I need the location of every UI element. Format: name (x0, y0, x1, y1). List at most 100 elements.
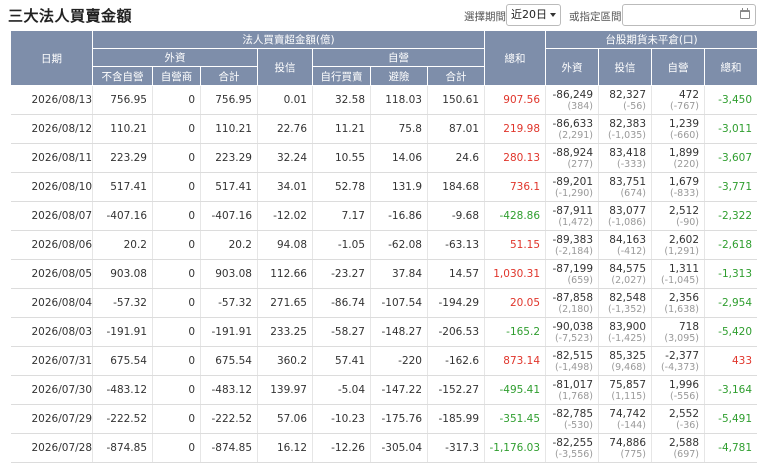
cell-fut-foreign-change: (277) (567, 158, 594, 170)
cell-fut-foreign-change: (-530) (564, 419, 594, 431)
cell-foreign-dealer: 0 (152, 201, 201, 231)
cell-foreign-total: 20.2 (200, 230, 258, 260)
cell-fut-dealer-change: (-4,373) (660, 361, 700, 373)
cell-fut-total: -2,322 (704, 201, 757, 231)
cell-date: 2026/08/12 (10, 114, 93, 144)
cell-grand-total: 1,030.31 (484, 259, 547, 289)
cell-foreign-dealer: 0 (152, 346, 201, 376)
cell-grand-total: 280.13 (484, 143, 547, 173)
cell-dealer-self: -10.23 (312, 404, 371, 434)
cell-foreign-ex: 110.21 (92, 114, 153, 144)
cell-fut-foreign-value: -88,924 (552, 146, 594, 159)
cell-foreign-dealer: 0 (152, 114, 201, 144)
cell-foreign-ex: -222.52 (92, 404, 153, 434)
cell-date: 2026/08/07 (10, 201, 93, 231)
cell-fut-total: -3,450 (704, 85, 757, 115)
cell-grand-total: -495.41 (484, 375, 547, 405)
cell-fut-trust-value: 75,857 (609, 378, 647, 391)
cell-fut-trust-value: 74,742 (609, 407, 647, 420)
table-body: 2026/08/13 756.95 0 756.95 0.01 32.58 118.03 15… (10, 85, 757, 463)
cell-dealer-total: 24.6 (427, 143, 486, 173)
header-amount-group: 法人買賣超金額(億) (91, 30, 486, 49)
cell-fut-foreign-change: (-3,556) (554, 448, 594, 460)
calendar-icon[interactable] (740, 8, 750, 19)
cell-foreign-ex: -57.32 (92, 288, 153, 318)
cell-fut-total: -3,011 (704, 114, 757, 144)
header-dealer-self: 自行買賣 (312, 66, 371, 86)
cell-grand-total: -428.86 (484, 201, 547, 231)
toolbar: 三大法人買賣金額 選擇期間 近20日 或指定區間 (0, 0, 780, 30)
cell-foreign-total: 756.95 (200, 85, 258, 115)
cell-fut-dealer-change: (697) (673, 448, 700, 460)
cell-fut-dealer-value: -2,377 (665, 349, 700, 362)
cell-foreign-total: 675.54 (200, 346, 258, 376)
header-foreign-dealer: 自營商 (152, 66, 201, 86)
institutional-table: 日期 法人買賣超金額(億) 總和 台股期貨未平倉(口) 外資 投信 自營 外資 … (10, 30, 757, 466)
cell-fut-dealer-change: (-36) (676, 419, 700, 431)
cell-dealer-hedge: 75.8 (370, 114, 428, 144)
cell-dealer-hedge: 37.84 (370, 259, 428, 289)
cell-trust: 22.76 (257, 114, 313, 144)
cell-fut-dealer-value: 2,552 (668, 407, 700, 420)
cell-fut-dealer-value: 2,588 (668, 436, 700, 449)
cell-fut-trust-change: (-1,352) (607, 303, 647, 315)
cell-fut-dealer-value: 2,356 (668, 291, 700, 304)
cell-date: 2026/07/29 (10, 404, 93, 434)
chevron-down-icon (550, 13, 556, 17)
cell-fut-foreign-value: -86,633 (552, 117, 594, 130)
cell-trust: 233.25 (257, 317, 313, 347)
cell-foreign-ex: -874.85 (92, 433, 153, 463)
cell-dealer-hedge: -147.22 (370, 375, 428, 405)
cell-fut-dealer: 718 (3,095) (651, 317, 706, 347)
cell-foreign-total: -874.85 (200, 433, 258, 463)
cell-fut-trust-value: 82,383 (609, 117, 647, 130)
cell-trust: 271.65 (257, 288, 313, 318)
period-label: 選擇期間 (464, 11, 506, 23)
cell-fut-foreign: -82,785 (-530) (545, 404, 600, 434)
date-range-input[interactable] (622, 4, 756, 26)
cell-date: 2026/08/05 (10, 259, 93, 289)
cell-dealer-self: 52.78 (312, 172, 371, 202)
table-row: 2026/08/10 517.41 0 517.41 34.01 52.78 131.9 18… (10, 172, 757, 202)
cell-fut-trust-change: (-333) (617, 158, 647, 170)
cell-date: 2026/08/10 (10, 172, 93, 202)
cell-dealer-hedge: -107.54 (370, 288, 428, 318)
header-foreign-total: 合計 (200, 66, 258, 86)
cell-foreign-dealer: 0 (152, 230, 201, 260)
table-row: 2026/08/05 903.08 0 903.08 112.66 -23.27 37.84… (10, 259, 757, 289)
cell-dealer-hedge: -16.86 (370, 201, 428, 231)
cell-fut-foreign: -90,038 (-7,523) (545, 317, 600, 347)
cell-fut-foreign-change: (2,180) (558, 303, 594, 315)
cell-fut-dealer-change: (1,638) (664, 303, 700, 315)
cell-dealer-self: 7.17 (312, 201, 371, 231)
cell-dealer-self: -5.04 (312, 375, 371, 405)
cell-fut-trust-value: 83,751 (609, 175, 647, 188)
cell-fut-dealer: 2,588 (697) (651, 433, 706, 463)
range-label: 或指定區間 (569, 11, 622, 23)
cell-fut-dealer-value: 1,996 (668, 378, 700, 391)
header-foreign: 外資 (92, 48, 258, 67)
cell-fut-trust: 74,886 (775) (598, 433, 653, 463)
cell-fut-trust-value: 82,548 (609, 291, 647, 304)
cell-fut-trust-value: 74,886 (609, 436, 647, 449)
cell-foreign-ex: 20.2 (92, 230, 153, 260)
cell-fut-dealer-value: 2,512 (668, 204, 700, 217)
cell-fut-dealer: 2,512 (-90) (651, 201, 706, 231)
cell-fut-trust-value: 83,418 (609, 146, 647, 159)
cell-fut-foreign-change: (-2,184) (554, 245, 594, 257)
table-row: 2026/07/30 -483.12 0 -483.12 139.97 -5.04 -147… (10, 375, 757, 405)
cell-fut-foreign-change: (-1,290) (554, 187, 594, 199)
cell-trust: 34.01 (257, 172, 313, 202)
cell-date: 2026/07/31 (10, 346, 93, 376)
cell-dealer-total: -206.53 (427, 317, 486, 347)
cell-fut-foreign-value: -87,199 (552, 262, 594, 275)
cell-grand-total: 736.1 (484, 172, 547, 202)
period-select[interactable]: 近20日 (506, 4, 561, 26)
cell-date: 2026/08/11 (10, 143, 93, 173)
cell-dealer-total: -9.68 (427, 201, 486, 231)
cell-dealer-total: -185.99 (427, 404, 486, 434)
table-row: 2026/08/03 -191.91 0 -191.91 233.25 -58.27 -14… (10, 317, 757, 347)
cell-dealer-self: -1.05 (312, 230, 371, 260)
table-row: 2026/08/06 20.2 0 20.2 94.08 -1.05 -62.08 -63.1… (10, 230, 757, 260)
cell-fut-dealer-value: 472 (678, 88, 700, 101)
